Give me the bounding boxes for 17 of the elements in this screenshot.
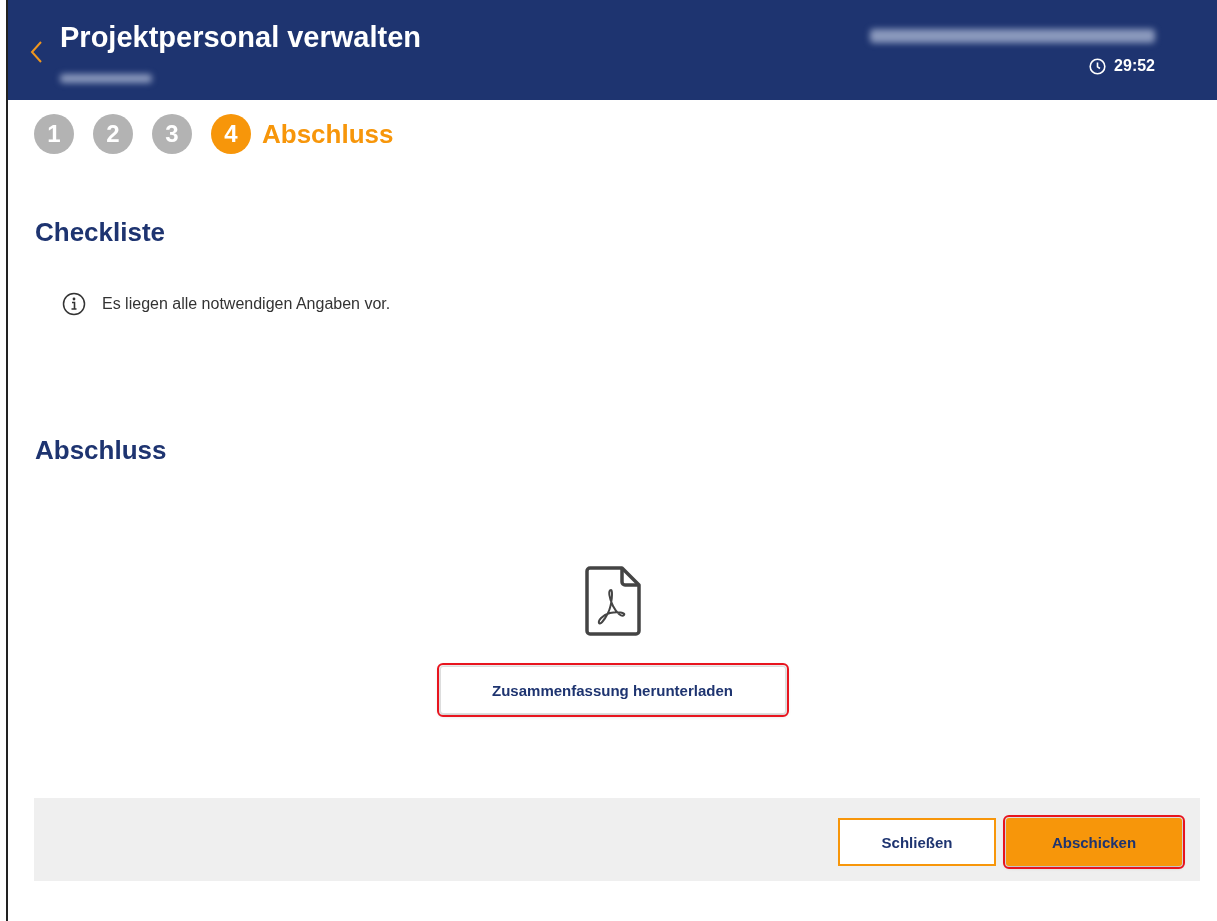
info-icon [62,292,86,316]
step-indicator[interactable]: 3 [152,114,192,154]
info-message: Es liegen alle notwendigen Angaben vor. [102,295,391,313]
step-label: Abschluss [262,118,394,150]
countdown-timer: 29:52 [1114,57,1155,75]
close-button[interactable]: Schließen [838,818,996,866]
step-indicator[interactable]: 2 [93,114,133,154]
download-summary-button[interactable]: Zusammenfassung herunterladen [439,666,786,714]
submit-button[interactable]: Abschicken [1006,818,1182,866]
pdf-file-icon [584,566,641,636]
step-indicator[interactable]: 4 [211,114,251,154]
step-indicator[interactable]: 1 [34,114,74,154]
clock-icon [1089,57,1107,75]
back-icon[interactable] [30,41,42,63]
page-title: Projektpersonal verwalten [60,20,423,54]
section-heading: Abschluss [35,434,168,466]
section-heading: Checkliste [35,216,167,248]
